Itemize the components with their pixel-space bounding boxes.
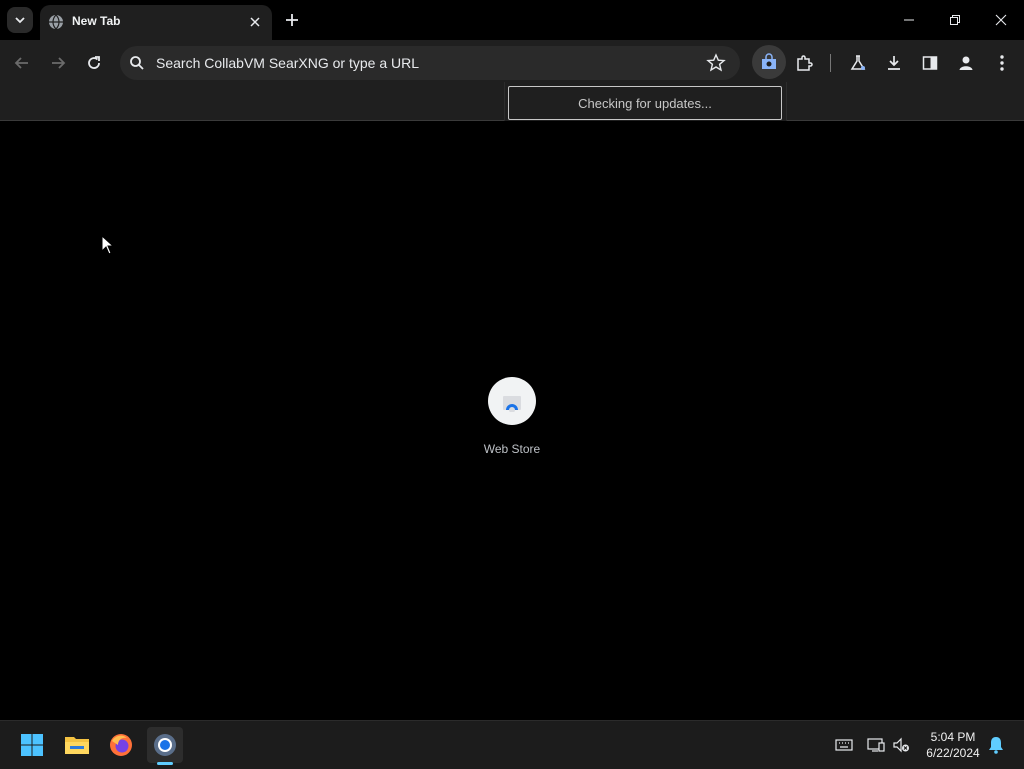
update-status: Checking for updates... xyxy=(508,86,782,120)
file-explorer-icon xyxy=(65,737,89,754)
back-button[interactable] xyxy=(9,50,35,76)
flask-icon xyxy=(850,55,866,70)
toolbar: Search CollabVM SearXNG or type a URL xyxy=(0,40,1024,86)
clock-date: 6/22/2024 xyxy=(926,746,980,760)
side-panel-icon xyxy=(922,56,938,70)
volume-muted-icon xyxy=(893,737,909,753)
close-window-button[interactable] xyxy=(978,0,1024,40)
restore-button[interactable] xyxy=(932,0,978,40)
star-icon[interactable] xyxy=(706,53,726,73)
keyboard-tray-button[interactable] xyxy=(834,735,854,755)
menu-button[interactable] xyxy=(989,50,1015,76)
webstore-extension-button[interactable] xyxy=(752,45,786,79)
omnibox[interactable]: Search CollabVM SearXNG or type a URL xyxy=(120,46,740,80)
clock-time: 5:04 PM xyxy=(930,730,976,744)
tab-search-button[interactable] xyxy=(7,7,33,33)
extensions-button[interactable] xyxy=(791,50,817,76)
reload-button[interactable] xyxy=(81,50,107,76)
search-icon xyxy=(130,56,144,70)
network-tray-button[interactable] xyxy=(866,735,886,755)
active-app-indicator xyxy=(157,762,173,765)
bell-icon xyxy=(989,737,1003,754)
keyboard-icon xyxy=(835,739,853,751)
forward-button[interactable] xyxy=(45,50,71,76)
restore-icon xyxy=(950,15,960,25)
minimize-icon xyxy=(904,19,914,21)
reload-icon xyxy=(88,56,100,69)
mouse-cursor-icon xyxy=(101,235,115,255)
chevron-down-icon xyxy=(15,17,25,24)
title-bar: New Tab xyxy=(0,0,1024,40)
more-vertical-icon xyxy=(1000,55,1004,71)
new-tab-button[interactable] xyxy=(281,9,303,31)
taskbar: 5:04 PM 6/22/2024 xyxy=(0,720,1024,769)
network-icon xyxy=(867,738,885,752)
tab-title: New Tab xyxy=(72,14,121,28)
volume-tray-button[interactable] xyxy=(891,735,911,755)
arrow-left-icon xyxy=(14,57,28,69)
close-icon xyxy=(250,17,260,27)
downloads-button[interactable] xyxy=(881,50,907,76)
omnibox-text: Search CollabVM SearXNG or type a URL xyxy=(156,55,419,71)
new-tab-page: Web Store xyxy=(0,121,1024,720)
download-icon xyxy=(888,56,900,70)
side-panel-button[interactable] xyxy=(917,50,943,76)
tab-new-tab[interactable]: New Tab xyxy=(40,5,272,40)
firefox-button[interactable] xyxy=(103,727,139,763)
shortcut-label: Web Store xyxy=(483,442,541,456)
taskbar-clock[interactable]: 5:04 PM 6/22/2024 xyxy=(918,729,988,761)
close-icon xyxy=(995,14,1007,26)
profile-button[interactable] xyxy=(953,50,979,76)
webstore-icon xyxy=(503,396,521,412)
notifications-button[interactable] xyxy=(986,735,1006,755)
person-icon xyxy=(959,56,973,70)
start-button[interactable] xyxy=(14,727,50,763)
file-explorer-button[interactable] xyxy=(59,727,95,763)
firefox-icon xyxy=(110,734,132,756)
arrow-right-icon xyxy=(52,57,66,69)
toolbar-divider xyxy=(830,54,831,72)
globe-icon xyxy=(49,14,63,30)
chrome-icon xyxy=(154,734,176,756)
puzzle-icon xyxy=(797,55,813,71)
tab-close-button[interactable] xyxy=(246,13,264,31)
minimize-button[interactable] xyxy=(886,0,932,40)
plus-icon xyxy=(286,14,298,26)
webstore-icon xyxy=(762,53,776,69)
shortcut-web-store[interactable] xyxy=(488,377,536,425)
start-icon xyxy=(21,734,43,756)
chrome-button[interactable] xyxy=(147,727,183,763)
labs-button[interactable] xyxy=(845,50,871,76)
